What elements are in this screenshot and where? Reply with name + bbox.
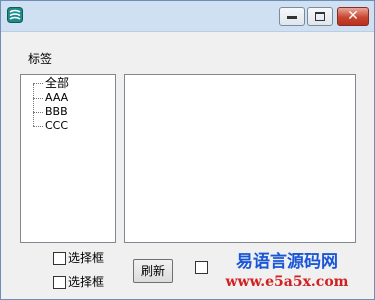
tag-tree-view[interactable]: 全部 AAA BBB CCC [20, 74, 116, 243]
main-window: ✕ 标签 全部 AAA BBB CCC 选择框 选择框 刷新 易语言源码网 ww… [0, 0, 375, 300]
checkbox-1-box[interactable] [53, 252, 66, 265]
checkbox-2-box[interactable] [53, 276, 66, 289]
content-list[interactable] [124, 74, 356, 243]
minimize-icon [287, 16, 297, 19]
close-icon: ✕ [347, 8, 359, 24]
watermark-url: www.e5a5x.com [225, 274, 349, 290]
checkbox-3-box[interactable] [195, 261, 208, 274]
watermark-title: 易语言源码网 [236, 252, 338, 272]
tag-label: 标签 [28, 52, 53, 66]
close-button[interactable]: ✕ [337, 7, 369, 26]
refresh-button[interactable]: 刷新 [133, 259, 173, 283]
watermark: 易语言源码网 www.e5a5x.com [217, 251, 357, 291]
tree-item-bbb[interactable]: BBB [33, 105, 113, 119]
maximize-button[interactable] [307, 7, 333, 26]
app-logo-icon [7, 7, 23, 23]
tree-item-aaa[interactable]: AAA [33, 91, 113, 105]
tree-item-ccc[interactable]: CCC [33, 119, 113, 133]
minimize-button[interactable] [279, 7, 305, 26]
maximize-icon [315, 12, 325, 21]
tree-item-all[interactable]: 全部 [33, 76, 113, 90]
title-bar[interactable]: ✕ [1, 1, 374, 32]
